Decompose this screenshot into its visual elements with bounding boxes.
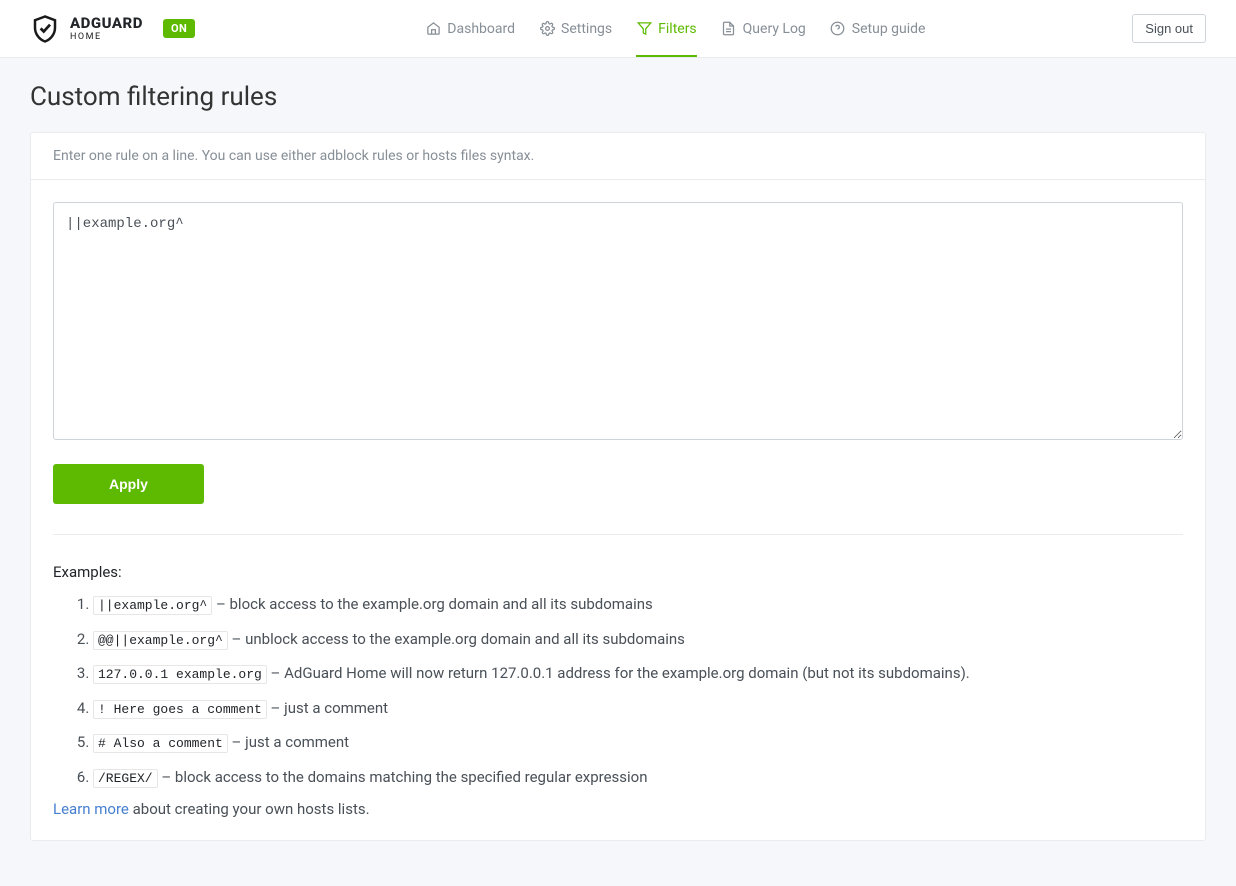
examples-list: ||example.org^ – block access to the exa… bbox=[53, 593, 1183, 788]
apply-button[interactable]: Apply bbox=[53, 464, 204, 504]
nav-label: Dashboard bbox=[447, 21, 515, 37]
rules-card: Enter one rule on a line. You can use ei… bbox=[30, 132, 1206, 841]
example-desc: – just a comment bbox=[228, 733, 349, 751]
brand-title: ADGUARD bbox=[70, 16, 143, 31]
example-desc: – just a comment bbox=[267, 699, 388, 717]
help-circle-icon bbox=[830, 21, 846, 37]
example-desc: – block access to the example.org domain… bbox=[212, 595, 653, 613]
list-item: # Also a comment – just a comment bbox=[93, 731, 1183, 754]
brand[interactable]: ADGUARD HOME ON bbox=[30, 14, 195, 44]
brand-subtitle: HOME bbox=[70, 33, 143, 42]
example-desc: – AdGuard Home will now return 127.0.0.1… bbox=[267, 664, 970, 682]
brand-text: ADGUARD HOME bbox=[70, 16, 143, 42]
example-desc: – unblock access to the example.org doma… bbox=[228, 630, 685, 648]
list-item: 127.0.0.1 example.org – AdGuard Home wil… bbox=[93, 662, 1183, 685]
nav-querylog[interactable]: Query Log bbox=[721, 0, 806, 57]
main-nav: Dashboard Settings Filters Query Log Set… bbox=[425, 0, 925, 57]
status-badge[interactable]: ON bbox=[163, 19, 195, 38]
example-code: @@||example.org^ bbox=[93, 631, 228, 650]
learn-more-text: about creating your own hosts lists. bbox=[129, 800, 370, 818]
nav-label: Settings bbox=[561, 21, 612, 37]
nav-setupguide[interactable]: Setup guide bbox=[830, 0, 926, 57]
example-code: ||example.org^ bbox=[93, 596, 212, 615]
learn-more: Learn more about creating your own hosts… bbox=[53, 800, 1183, 818]
filter-icon bbox=[636, 21, 652, 37]
learn-more-link[interactable]: Learn more bbox=[53, 800, 129, 818]
nav-settings[interactable]: Settings bbox=[539, 0, 612, 57]
list-item: ! Here goes a comment – just a comment bbox=[93, 697, 1183, 720]
example-code: /REGEX/ bbox=[93, 769, 158, 788]
shield-check-icon bbox=[30, 14, 60, 44]
gear-icon bbox=[539, 21, 555, 37]
list-item: ||example.org^ – block access to the exa… bbox=[93, 593, 1183, 616]
list-item: /REGEX/ – block access to the domains ma… bbox=[93, 766, 1183, 789]
divider bbox=[53, 534, 1183, 535]
page-title: Custom filtering rules bbox=[30, 82, 1206, 112]
home-icon bbox=[425, 21, 441, 37]
page-content: Custom filtering rules Enter one rule on… bbox=[0, 58, 1236, 871]
example-desc: – block access to the domains matching t… bbox=[158, 768, 648, 786]
nav-dashboard[interactable]: Dashboard bbox=[425, 0, 515, 57]
nav-label: Query Log bbox=[743, 21, 806, 37]
signout-button[interactable]: Sign out bbox=[1132, 14, 1206, 43]
list-item: @@||example.org^ – unblock access to the… bbox=[93, 628, 1183, 651]
card-header-hint: Enter one rule on a line. You can use ei… bbox=[31, 133, 1205, 180]
header: ADGUARD HOME ON Dashboard Settings Filte… bbox=[0, 0, 1236, 58]
card-body: ||example.org^ Apply Examples: ||example… bbox=[31, 180, 1205, 840]
example-code: # Also a comment bbox=[93, 734, 228, 753]
examples-title: Examples: bbox=[53, 563, 1183, 581]
example-code: 127.0.0.1 example.org bbox=[93, 665, 267, 684]
nav-filters[interactable]: Filters bbox=[636, 0, 697, 57]
nav-label: Filters bbox=[658, 21, 697, 37]
file-text-icon bbox=[721, 21, 737, 37]
nav-label: Setup guide bbox=[852, 21, 926, 37]
example-code: ! Here goes a comment bbox=[93, 700, 267, 719]
rules-textarea[interactable]: ||example.org^ bbox=[53, 202, 1183, 440]
